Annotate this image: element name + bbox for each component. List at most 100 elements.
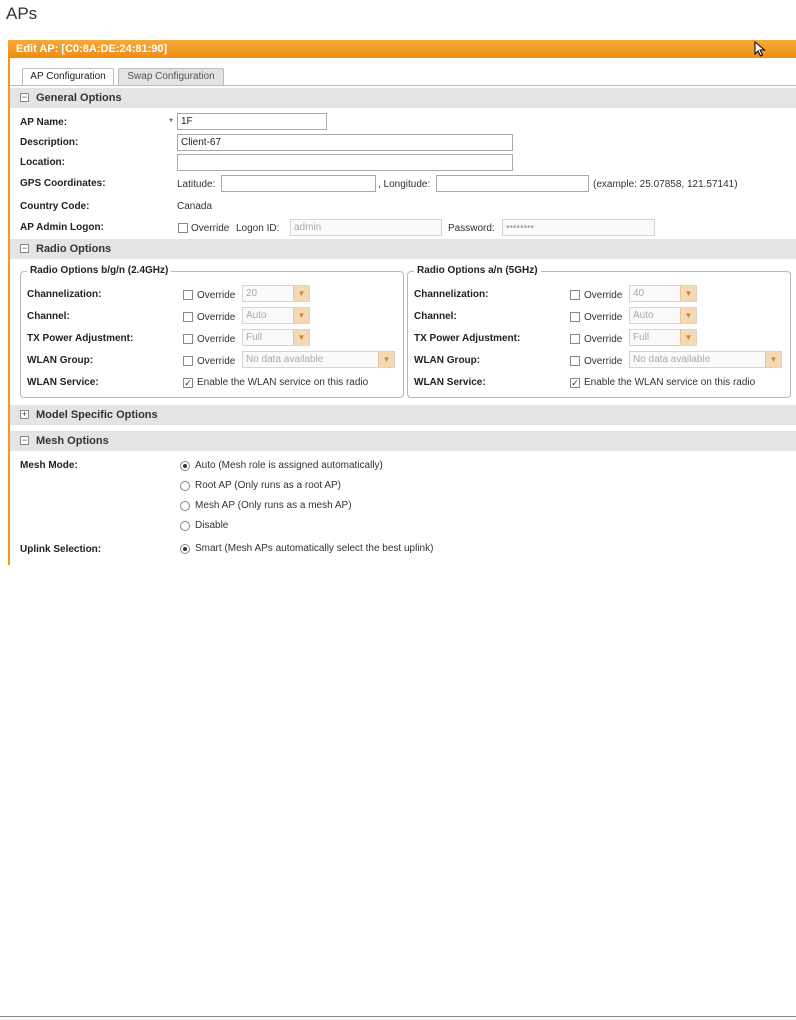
select-value: Full xyxy=(246,332,263,343)
logon-id-label: Logon ID: xyxy=(236,223,280,234)
chevron-down-icon: ▼ xyxy=(765,352,781,367)
collapse-icon[interactable]: − xyxy=(20,436,29,445)
section-mesh-options[interactable]: − Mesh Options xyxy=(10,431,796,451)
mesh-mode-mesh-label: Mesh AP (Only runs as a mesh AP) xyxy=(195,500,352,511)
gps-example: (example: 25.07858, 121.57141) xyxy=(593,179,738,190)
an-channelization-override-label: Override xyxy=(584,290,623,301)
an-tx-override-label: Override xyxy=(584,334,623,345)
tab-divider xyxy=(10,85,796,86)
an-channel-override-checkbox[interactable] xyxy=(570,312,580,322)
description-input[interactable] xyxy=(177,134,513,151)
tab-ap-configuration[interactable]: AP Configuration xyxy=(22,68,114,86)
select-value: 20 xyxy=(246,288,258,299)
mesh-mode-disable-label: Disable xyxy=(195,520,229,531)
logon-id-input[interactable] xyxy=(290,219,442,236)
admin-override-checkbox[interactable] xyxy=(178,223,188,233)
section-model-specific-options[interactable]: + Model Specific Options xyxy=(10,405,796,425)
an-channel-override-label: Override xyxy=(584,312,623,323)
an-tx-label: TX Power Adjustment: xyxy=(414,333,521,344)
country-code-label: Country Code: xyxy=(20,201,90,212)
description-label: Description: xyxy=(20,137,79,148)
bgn-tx-select[interactable]: Full ▼ xyxy=(242,329,310,346)
tab-swap-configuration[interactable]: Swap Configuration xyxy=(118,68,224,86)
an-tx-select[interactable]: Full ▼ xyxy=(629,329,697,346)
mesh-mode-root-label: Root AP (Only runs as a root AP) xyxy=(195,480,341,491)
chevron-down-icon: ▼ xyxy=(680,330,696,345)
chevron-down-icon: ▼ xyxy=(293,330,309,345)
select-value: No data available xyxy=(246,354,324,365)
uplink-selection-label: Uplink Selection: xyxy=(20,544,102,555)
bgn-channelization-override-label: Override xyxy=(197,290,236,301)
bottom-divider xyxy=(0,1016,796,1017)
radio-bgn-fieldset: Radio Options b/g/n (2.4GHz) Channelizat… xyxy=(20,265,404,398)
gps-label: GPS Coordinates: xyxy=(20,178,106,189)
collapse-icon[interactable]: − xyxy=(20,93,29,102)
bgn-channelization-override-checkbox[interactable] xyxy=(183,290,193,300)
ap-name-input[interactable] xyxy=(177,113,327,130)
bgn-channel-label: Channel: xyxy=(27,311,70,322)
bgn-wlan-group-select[interactable]: No data available ▼ xyxy=(242,351,395,368)
bgn-channel-select[interactable]: Auto ▼ xyxy=(242,307,310,324)
longitude-label: , Longitude: xyxy=(378,179,431,190)
an-wlan-group-select[interactable]: No data available ▼ xyxy=(629,351,782,368)
section-title: Mesh Options xyxy=(36,435,109,447)
mesh-mode-auto-label: Auto (Mesh role is assigned automaticall… xyxy=(195,460,383,471)
bgn-wlan-service-checkbox[interactable]: ✓ xyxy=(183,378,193,388)
select-value: Auto xyxy=(633,310,654,321)
mouse-pointer-icon xyxy=(754,41,766,57)
longitude-input[interactable] xyxy=(436,175,589,192)
chevron-down-icon: ▼ xyxy=(680,308,696,323)
select-value: Auto xyxy=(246,310,267,321)
section-title: Model Specific Options xyxy=(36,409,158,421)
an-wlan-service-label: WLAN Service: xyxy=(414,377,486,388)
an-channelization-override-checkbox[interactable] xyxy=(570,290,580,300)
radio-an-fieldset: Radio Options a/n (5GHz) Channelization:… xyxy=(407,265,791,398)
section-radio-options[interactable]: − Radio Options xyxy=(10,239,796,259)
password-input[interactable] xyxy=(502,219,655,236)
required-marker: * xyxy=(169,117,173,128)
password-label: Password: xyxy=(448,223,495,234)
uplink-smart-radio[interactable] xyxy=(180,544,190,554)
radio-an-legend: Radio Options a/n (5GHz) xyxy=(414,265,541,276)
bgn-wlan-service-text: Enable the WLAN service on this radio xyxy=(197,377,369,388)
select-value: Full xyxy=(633,332,650,343)
bgn-channelization-label: Channelization: xyxy=(27,289,102,300)
an-channelization-label: Channelization: xyxy=(414,289,489,300)
an-wlan-group-override-checkbox[interactable] xyxy=(570,356,580,366)
location-input[interactable] xyxy=(177,154,513,171)
an-channel-select[interactable]: Auto ▼ xyxy=(629,307,697,324)
country-code-value: Canada xyxy=(177,201,213,212)
an-tx-override-checkbox[interactable] xyxy=(570,334,580,344)
uplink-smart-label: Smart (Mesh APs automatically select the… xyxy=(195,543,434,554)
ap-name-label: AP Name: xyxy=(20,117,68,128)
latitude-label: Latitude: xyxy=(177,179,216,190)
an-channelization-select[interactable]: 40 ▼ xyxy=(629,285,697,302)
bgn-tx-override-checkbox[interactable] xyxy=(183,334,193,344)
an-channel-label: Channel: xyxy=(414,311,457,322)
location-label: Location: xyxy=(20,157,65,168)
mesh-mode-disable-radio[interactable] xyxy=(180,521,190,531)
select-value: No data available xyxy=(633,354,711,365)
an-wlan-service-checkbox[interactable]: ✓ xyxy=(570,378,580,388)
bgn-channel-override-checkbox[interactable] xyxy=(183,312,193,322)
chevron-down-icon: ▼ xyxy=(293,286,309,301)
bgn-wlan-group-override-checkbox[interactable] xyxy=(183,356,193,366)
collapse-icon[interactable]: − xyxy=(20,244,29,253)
section-general-options[interactable]: − General Options xyxy=(10,88,796,108)
bgn-channelization-select[interactable]: 20 ▼ xyxy=(242,285,310,302)
admin-logon-label: AP Admin Logon: xyxy=(20,222,104,233)
section-title: Radio Options xyxy=(36,243,112,255)
chevron-down-icon: ▼ xyxy=(293,308,309,323)
expand-icon[interactable]: + xyxy=(20,410,29,419)
bgn-channel-override-label: Override xyxy=(197,312,236,323)
mesh-mode-auto-radio[interactable] xyxy=(180,461,190,471)
bgn-wlan-group-label: WLAN Group: xyxy=(27,355,94,366)
mesh-mode-label: Mesh Mode: xyxy=(20,460,78,471)
an-wlan-group-override-label: Override xyxy=(584,356,623,367)
mesh-mode-mesh-radio[interactable] xyxy=(180,501,190,511)
admin-override-label: Override xyxy=(191,223,230,234)
latitude-input[interactable] xyxy=(221,175,376,192)
chevron-down-icon: ▼ xyxy=(680,286,696,301)
panel-header: Edit AP: [C0:8A:DE:24:81:90] xyxy=(8,40,796,58)
mesh-mode-root-radio[interactable] xyxy=(180,481,190,491)
